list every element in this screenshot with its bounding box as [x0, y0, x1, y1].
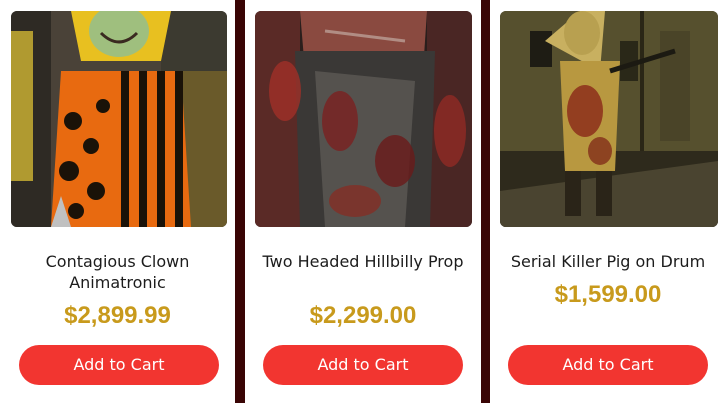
hillbilly-prop-image [255, 11, 472, 227]
product-title[interactable]: Serial Killer Pig on Drum [498, 251, 718, 272]
product-card: Serial Killer Pig on Drum $1,599.00 Add … [490, 0, 726, 403]
add-to-cart-button[interactable]: Add to Cart [19, 345, 219, 385]
product-image-hillbilly-prop[interactable] [255, 11, 472, 227]
product-grid: Contagious Clown Animatronic $2,899.99 A… [0, 0, 726, 403]
product-image-serial-killer-pig[interactable] [500, 11, 718, 227]
add-to-cart-button[interactable]: Add to Cart [508, 345, 708, 385]
product-price: $2,299.00 [309, 302, 417, 329]
product-price: $1,599.00 [554, 281, 662, 308]
contagious-clown-image [11, 11, 227, 227]
product-card: Contagious Clown Animatronic $2,899.99 A… [0, 0, 235, 403]
product-title[interactable]: Contagious Clown Animatronic [8, 251, 227, 293]
serial-killer-pig-image [500, 11, 718, 227]
product-image-contagious-clown[interactable] [11, 11, 227, 227]
add-to-cart-button[interactable]: Add to Cart [263, 345, 463, 385]
product-card: Two Headed Hillbilly Prop $2,299.00 Add … [245, 0, 481, 403]
product-price: $2,899.99 [64, 302, 171, 329]
product-title[interactable]: Two Headed Hillbilly Prop [253, 251, 473, 272]
